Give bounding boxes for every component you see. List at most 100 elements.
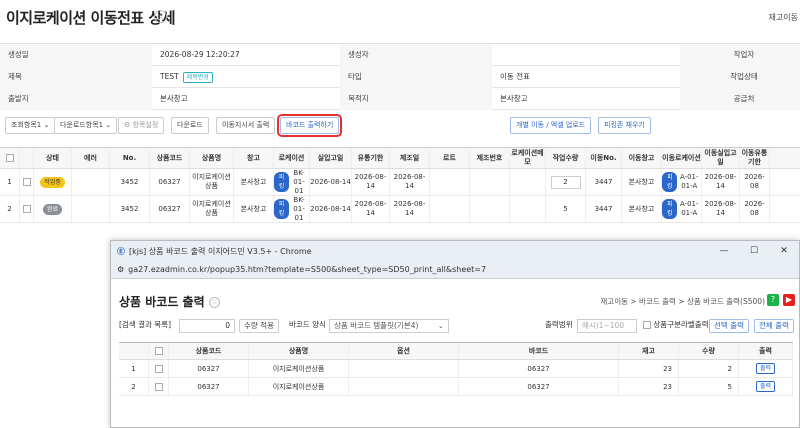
header-checkbox[interactable]	[0, 148, 20, 168]
qty-input[interactable]: 0	[179, 319, 235, 333]
header-checkbox[interactable]	[149, 343, 169, 359]
header-cell: 출력	[739, 343, 793, 359]
cell: 06327	[459, 360, 619, 377]
app-logo-icon: Ⓔ	[117, 246, 125, 256]
info-label: 작업자	[680, 44, 800, 66]
picking-badge: 피킹	[662, 199, 678, 219]
page-header: 이지로케이션 이동전표 상세 ☆ 재고이동	[0, 0, 800, 38]
cell: 23	[619, 378, 679, 395]
barcode-grid: 상품코드 상품명 옵션 바코드 재고 수량 출력 1 06327 이지로케이션상…	[119, 342, 793, 396]
download-button[interactable]: 다운로드	[171, 117, 209, 134]
print-all-button[interactable]: 전체 출력	[754, 319, 794, 333]
cell: 본사창고	[622, 196, 662, 222]
url-text: ga27.ezadmin.co.kr/popup35.htm?template=…	[128, 265, 487, 274]
print-selected-button[interactable]: 선택 출력	[709, 319, 749, 333]
cell: 3452	[110, 169, 150, 195]
barcode-print-button[interactable]: 바코드 출력하기	[276, 114, 343, 137]
address-bar[interactable]: ⚙ ga27.ezadmin.co.kr/popup35.htm?templat…	[111, 261, 799, 279]
gear-icon: ⚙	[124, 121, 131, 129]
checkbox[interactable]	[5, 154, 14, 162]
location-cell: 피킹 BK-01-01	[274, 169, 310, 195]
column-setting-button[interactable]: ⚙ 항목설정	[118, 117, 165, 134]
star-icon[interactable]: ☆	[154, 10, 167, 23]
checkbox[interactable]	[643, 321, 651, 329]
close-icon[interactable]: ✕	[769, 246, 799, 256]
table-row[interactable]: 2 06327 이지로케이션상품 06327 23 5 출력	[119, 378, 793, 396]
site-info-icon[interactable]: ⚙	[117, 265, 124, 274]
query-select-1[interactable]: 조회항목1 ⌄	[5, 117, 56, 134]
star-icon[interactable]: ☆	[208, 297, 220, 308]
table-row[interactable]: 2 완료 3452 06327 이지로케이션 상품 본사창고 피킹 BK-01-0…	[0, 196, 800, 223]
row-checkbox[interactable]	[149, 378, 169, 395]
qty-apply-button[interactable]: 수량 적용	[239, 319, 279, 333]
cell	[430, 196, 470, 222]
cell	[510, 169, 546, 195]
qty-cell: 2	[546, 169, 586, 195]
separator-label: 상품구분라벨출력	[653, 320, 709, 329]
range-input[interactable]: 예시)1~100	[577, 319, 637, 333]
breadcrumb: 재고이동	[768, 13, 798, 22]
qty-input[interactable]: 2	[679, 360, 739, 377]
header-cell: 작업수량	[546, 148, 586, 168]
search-result-label: [검색 결과 목록]	[119, 320, 172, 329]
checkbox[interactable]	[22, 205, 31, 213]
info-label: 목적지	[340, 88, 492, 110]
cell: 06327	[169, 360, 249, 377]
header-cell: 실입고일	[310, 148, 352, 168]
qty-input[interactable]: 5	[679, 378, 739, 395]
info-label: 타입	[340, 66, 492, 88]
row-print-button[interactable]: 출력	[755, 363, 776, 374]
barcode-format-value: 상품 바코드 템플릿(기본4)	[334, 321, 419, 330]
qty-input[interactable]: 2	[550, 175, 581, 189]
cell: 2026-08-14	[352, 169, 390, 195]
info-row: 제목 TEST 제목변경 타입 이동 전표 작업상태	[0, 66, 800, 88]
header-cell: 이동유통기한	[740, 148, 770, 168]
help-icon[interactable]: ?	[767, 294, 779, 306]
table-row[interactable]: 1 06327 이지로케이션상품 06327 23 2 출력	[119, 360, 793, 378]
youtube-icon[interactable]: ▶	[783, 294, 795, 306]
checkbox[interactable]	[154, 382, 163, 391]
info-row: 출발지 본사창고 목적지 본사창고 공급처	[0, 88, 800, 110]
move-location-cell: 피킹 A-01-01-A	[662, 169, 702, 195]
maximize-icon[interactable]: ☐	[739, 246, 769, 256]
status-badge: 작업중	[40, 176, 65, 188]
minimize-icon[interactable]: —	[709, 246, 739, 256]
popup-titlebar: Ⓔ [kjs] 상품 바코드 출력 이지어드민 V3.5+ - Chrome —…	[111, 241, 799, 261]
header-cell: 바코드	[459, 343, 619, 359]
separator-label-toggle[interactable]: 상품구분라벨출력	[643, 319, 709, 333]
cell	[430, 169, 470, 195]
row-print-button[interactable]: 출력	[755, 381, 776, 392]
header-cell: 로케이션	[274, 148, 310, 168]
cell	[470, 169, 510, 195]
location-code: BK-01-01	[293, 169, 305, 195]
print-instruction-button[interactable]: 이동지시서 출력	[216, 117, 276, 134]
page-title: 이지로케이션 이동전표 상세	[6, 9, 176, 27]
cell	[470, 196, 510, 222]
cell: 06327	[459, 378, 619, 395]
location-code: BK-01-01	[293, 196, 305, 222]
row-checkbox[interactable]	[20, 196, 34, 222]
title-edit-button[interactable]: 제목변경	[182, 71, 213, 83]
checkbox[interactable]	[154, 347, 163, 355]
row-index: 2	[0, 196, 20, 222]
cell: 06327	[150, 169, 190, 195]
info-label: 생성자	[340, 44, 492, 66]
header-cell: 로트	[430, 148, 470, 168]
download-select[interactable]: 다운로드항목1 ⌄	[54, 117, 118, 134]
status-cell: 작업중	[34, 169, 72, 195]
table-row[interactable]: 1 작업중 3452 06327 이지로케이션 상품 본사창고 피킹 BK-01-…	[0, 169, 800, 196]
barcode-format-label: 바코드 양식	[289, 320, 326, 329]
row-checkbox[interactable]	[20, 169, 34, 195]
row-checkbox[interactable]	[149, 360, 169, 377]
cell: 2026-08-14	[390, 169, 430, 195]
cell: 2026-08-14	[352, 196, 390, 222]
barcode-format-select[interactable]: 상품 바코드 템플릿(기본4) ⌄	[329, 319, 449, 333]
checkbox[interactable]	[154, 364, 163, 373]
header-cell: 상품명	[249, 343, 349, 359]
checkbox[interactable]	[22, 178, 31, 186]
info-label: 출발지	[0, 88, 152, 110]
fill-picking-button[interactable]: 피킹존 채우기	[598, 117, 651, 134]
header-cell	[119, 343, 149, 359]
status-badge: 완료	[42, 203, 63, 215]
upload-button[interactable]: 개별 이동 / 엑셀 업로드	[510, 117, 592, 134]
